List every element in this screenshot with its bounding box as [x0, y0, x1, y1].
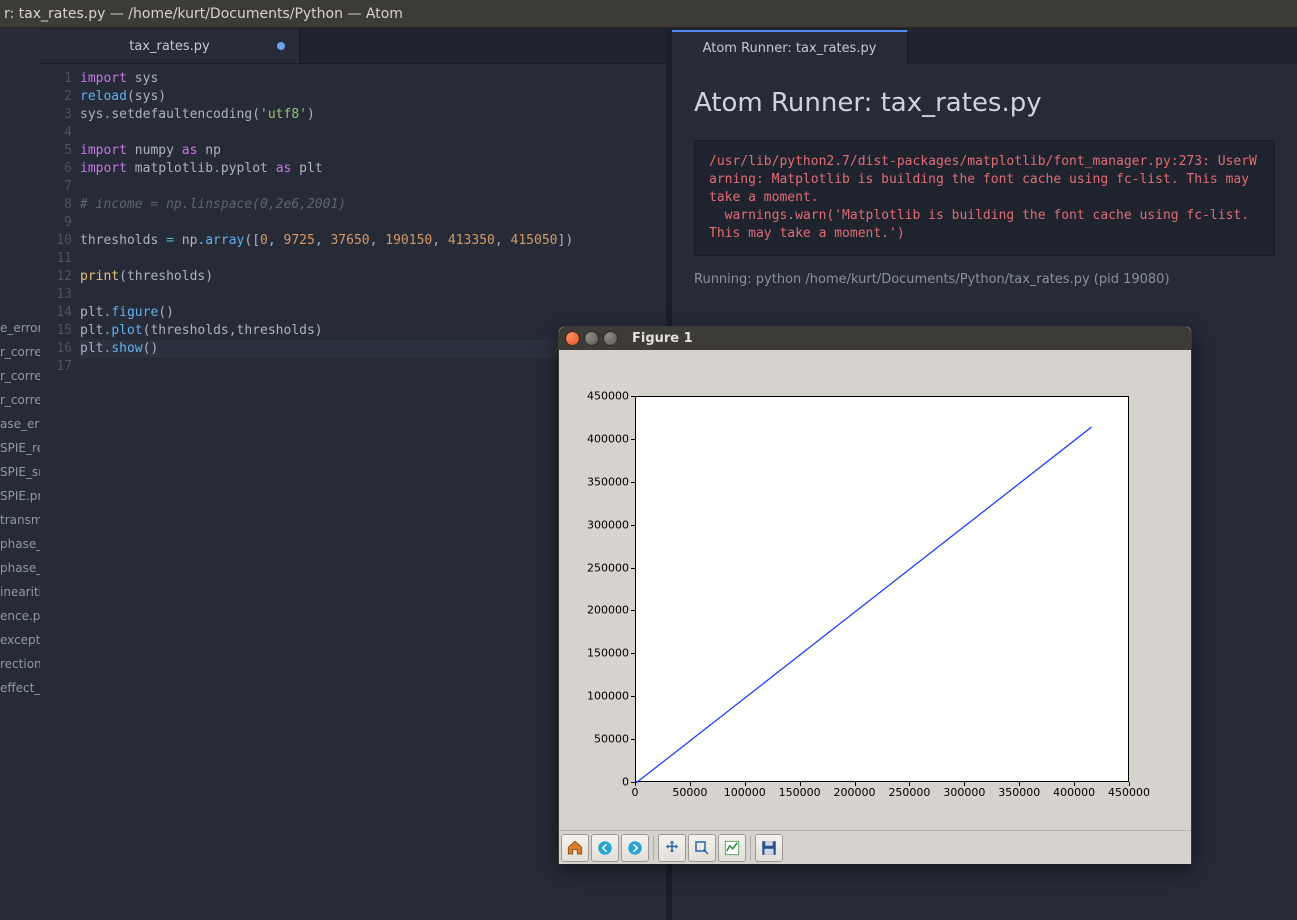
x-tick-label: 50000 [672, 786, 707, 799]
y-tick-label: 200000 [569, 604, 629, 617]
runner-heading: Atom Runner: tax_rates.py [694, 88, 1275, 118]
y-tick-label: 50000 [569, 733, 629, 746]
code-line[interactable] [80, 178, 666, 196]
y-tick-label: 400000 [569, 432, 629, 445]
code-line[interactable] [80, 250, 666, 268]
y-tick-label: 300000 [569, 518, 629, 531]
forward-button[interactable] [621, 834, 649, 862]
tree-item[interactable]: ase_err [0, 412, 40, 436]
code-line[interactable] [80, 286, 666, 304]
figure-title: Figure 1 [632, 331, 693, 346]
tree-item[interactable]: rection_ [0, 652, 40, 676]
file-tree[interactable]: e_error:r_correr_correr_correase_errSPIE… [0, 28, 40, 920]
tree-item[interactable]: r_corre [0, 364, 40, 388]
x-tick-label: 350000 [998, 786, 1040, 799]
x-tick-label: 400000 [1053, 786, 1095, 799]
y-tick-label: 150000 [569, 647, 629, 660]
y-tick-label: 250000 [569, 561, 629, 574]
figure-titlebar[interactable]: Figure 1 [559, 327, 1191, 350]
tree-item[interactable]: r_corre [0, 388, 40, 412]
save-button[interactable] [755, 834, 783, 862]
figure-toolbar [559, 830, 1191, 864]
tree-item[interactable]: inearitie [0, 580, 40, 604]
runner-tab-row: Atom Runner: tax_rates.py [672, 28, 1297, 64]
code-line[interactable] [80, 124, 666, 142]
runner-output: /usr/lib/python2.7/dist-packages/matplot… [694, 140, 1275, 256]
back-button[interactable] [591, 834, 619, 862]
x-tick-label: 200000 [834, 786, 876, 799]
figure-window[interactable]: Figure 1 0 50000 100000 150000 200000 250000 3… [558, 326, 1192, 864]
home-button[interactable] [561, 834, 589, 862]
zoom-button[interactable] [688, 834, 716, 862]
tree-item[interactable]: SPIE.pr [0, 484, 40, 508]
code-line[interactable] [80, 214, 666, 232]
code-line[interactable]: # income = np.linspace(0,2e6,2001) [80, 196, 666, 214]
tree-item[interactable]: e_error: [0, 316, 40, 340]
tree-item[interactable]: SPIE_re [0, 436, 40, 460]
tree-item[interactable]: effect_ [0, 676, 40, 700]
x-tick-label: 100000 [724, 786, 766, 799]
unsaved-dot-icon [277, 42, 285, 50]
x-tick-label: 250000 [888, 786, 930, 799]
code-line[interactable]: import sys [80, 70, 666, 88]
runner-status: Running: python /home/kurt/Documents/Pyt… [694, 272, 1275, 287]
tree-item[interactable]: ence.py [0, 604, 40, 628]
tree-item[interactable]: transm [0, 508, 40, 532]
x-tick-label: 150000 [779, 786, 821, 799]
toolbar-separator [750, 836, 751, 860]
tree-item[interactable]: phase_ [0, 556, 40, 580]
plot-frame [635, 396, 1129, 782]
toolbar-separator [653, 836, 654, 860]
code-line[interactable]: sys.setdefaultencoding('utf8') [80, 106, 666, 124]
code-line[interactable]: import numpy as np [80, 142, 666, 160]
y-tick-label: 350000 [569, 475, 629, 488]
y-tick-label: 100000 [569, 690, 629, 703]
code-line[interactable]: thresholds = np.array([0, 9725, 37650, 1… [80, 232, 666, 250]
editor-tab-row: tax_rates.py [40, 28, 666, 64]
tree-item[interactable]: SPIE_sr [0, 460, 40, 484]
y-tick-label: 0 [569, 776, 629, 789]
tree-item[interactable]: r_corre [0, 340, 40, 364]
x-tick-label: 450000 [1108, 786, 1150, 799]
tree-item[interactable]: except [0, 628, 40, 652]
window-close-button[interactable] [565, 331, 580, 346]
x-tick-label: 0 [632, 786, 639, 799]
window-title: r: tax_rates.py — /home/kurt/Documents/P… [0, 0, 1297, 28]
tree-item[interactable]: phase_ [0, 532, 40, 556]
window-maximize-button[interactable] [603, 331, 618, 346]
editor-tab[interactable]: tax_rates.py [40, 29, 300, 63]
window-minimize-button[interactable] [584, 331, 599, 346]
runner-tab[interactable]: Atom Runner: tax_rates.py [672, 30, 908, 64]
figure-canvas[interactable]: 0 50000 100000 150000 200000 250000 300000 3500… [559, 350, 1191, 830]
subplots-button[interactable] [718, 834, 746, 862]
code-line[interactable]: import matplotlib.pyplot as plt [80, 160, 666, 178]
line-gutter: 1234567891011121314151617 [40, 70, 80, 920]
plot-line [636, 427, 1092, 783]
plot-svg [636, 397, 1130, 783]
editor-tab-label: tax_rates.py [129, 39, 210, 54]
code-line[interactable]: reload(sys) [80, 88, 666, 106]
runner-tab-label: Atom Runner: tax_rates.py [703, 41, 877, 56]
x-tick-label: 300000 [943, 786, 985, 799]
y-tick-label: 450000 [569, 390, 629, 403]
code-line[interactable]: plt.figure() [80, 304, 666, 322]
code-line[interactable]: print(thresholds) [80, 268, 666, 286]
pan-button[interactable] [658, 834, 686, 862]
